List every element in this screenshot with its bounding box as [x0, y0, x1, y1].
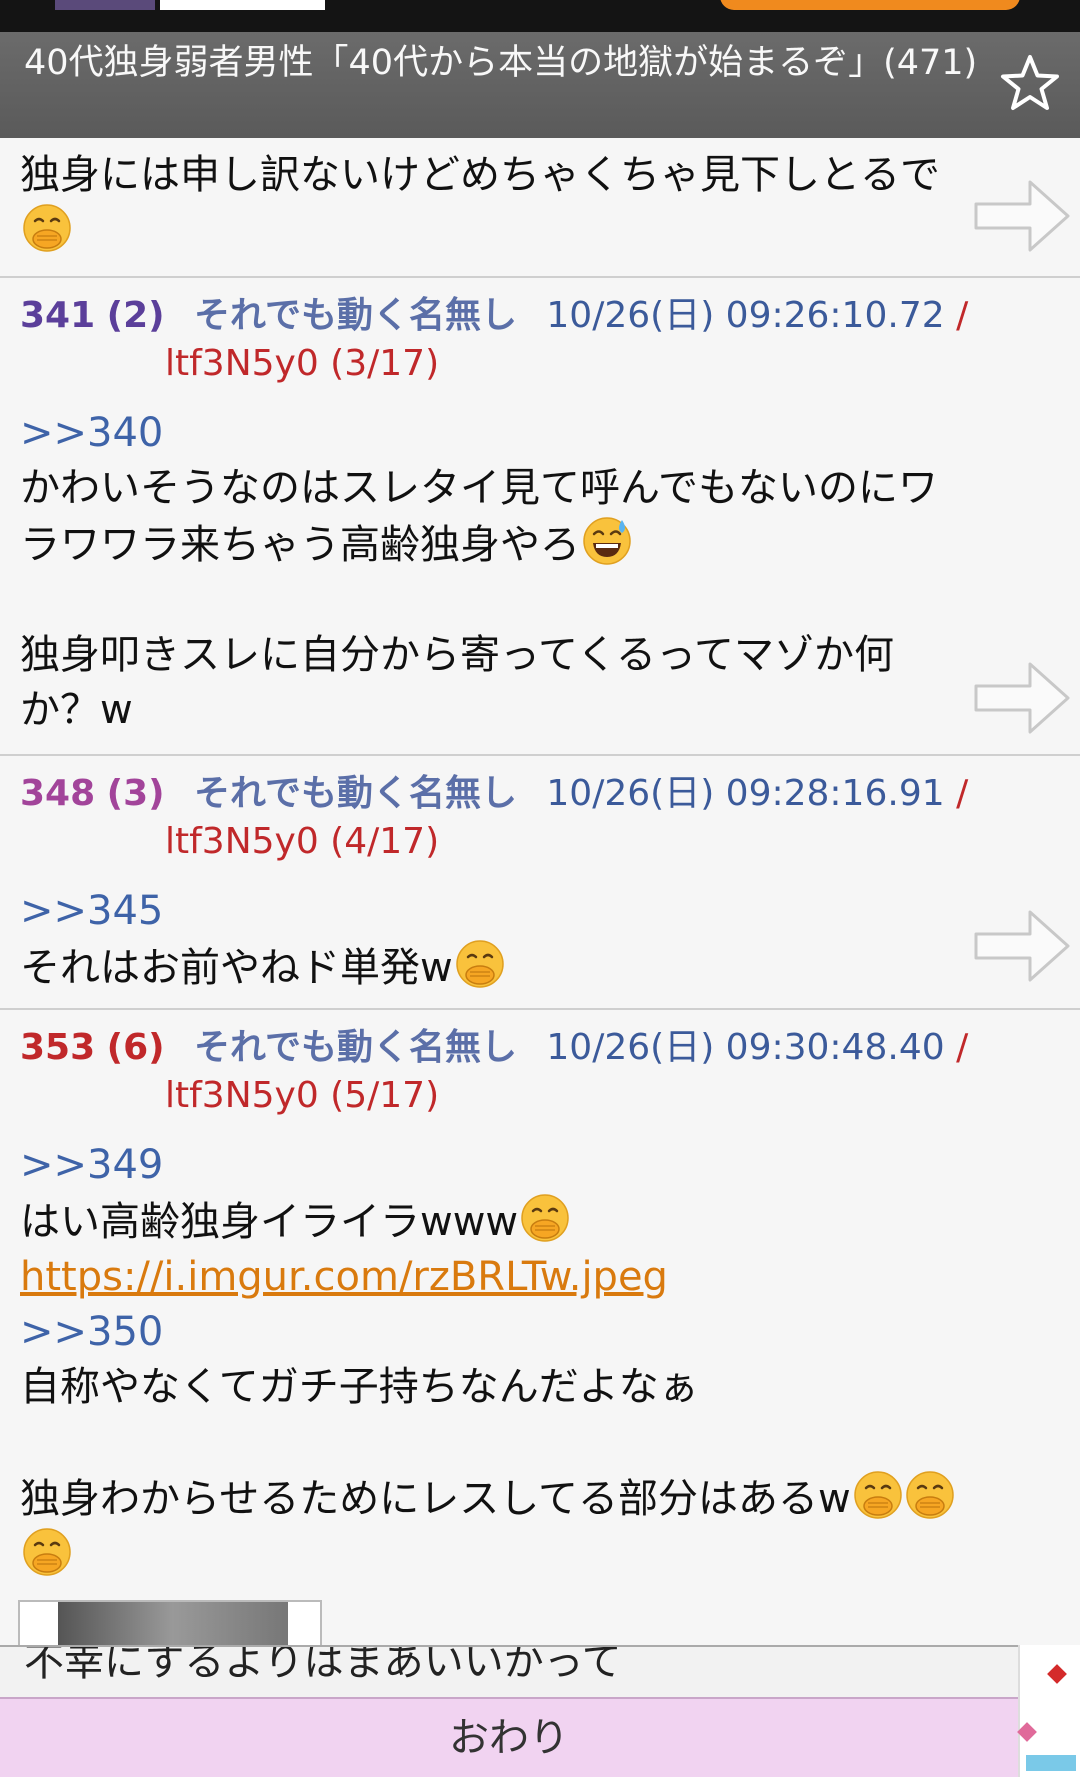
post-header: 353 (6) それでも動く名無し 10/26(日) 09:30:48.40 /…: [20, 1024, 1000, 1120]
post-header: 341 (2) それでも動く名無し 10/26(日) 09:26:10.72 /…: [20, 292, 1000, 388]
reply-anchor-link[interactable]: >>349: [20, 1138, 1060, 1193]
grinning-sweat-emoji-icon: [582, 516, 632, 566]
hand-over-mouth-emoji-icon: [22, 203, 72, 253]
reply-arrow-icon[interactable]: [972, 658, 1072, 738]
post-date: 10/26(日) 09:30:48.40: [546, 1027, 945, 1068]
thread-title: 40代独身弱者男性「40代から本当の地獄が始まるぞ」(471): [24, 43, 978, 83]
post-number[interactable]: 348: [20, 773, 95, 814]
post-number[interactable]: 353: [20, 1027, 95, 1068]
post-body: >>340 かわいそうなのはスレタイ見て呼んでもないのにワ ラワワラ来ちゃう高齢…: [20, 406, 1060, 738]
post-body: 独身には申し訳ないけどめちゃくちゃ見下しとるで: [20, 148, 1060, 260]
poster-name: それでも動く名無し: [194, 1027, 517, 1068]
reply-anchor-link[interactable]: >>350: [20, 1305, 1060, 1360]
post-line: はい高齢独身イライラwww: [20, 1199, 519, 1245]
post-line: 自称やなくてガチ子持ちなんだよなぁ: [20, 1364, 699, 1410]
peek-text: 不幸にするよりはまあいいかって: [24, 1645, 622, 1685]
reply-count[interactable]: (3): [107, 773, 165, 814]
poster-name: それでも動く名無し: [194, 773, 517, 814]
post-line: ラワワラ来ちゃう高齢独身やろ: [20, 522, 580, 568]
reply-count[interactable]: (6): [107, 1027, 165, 1068]
post-number[interactable]: 341: [20, 295, 95, 336]
post-348: 348 (3) それでも動く名無し 10/26(日) 09:28:16.91 /…: [0, 756, 1080, 1010]
ad-image-block: [255, 0, 325, 10]
post-341: 341 (2) それでも動く名無し 10/26(日) 09:26:10.72 /…: [0, 278, 1080, 756]
post-date: 10/26(日) 09:28:16.91: [546, 773, 945, 814]
position-marker-icon: [1047, 1664, 1067, 1684]
ad-thumbnail: [55, 0, 155, 10]
post-body: >>345 それはお前やねド単発w: [20, 884, 1060, 996]
image-url-link[interactable]: https://i.imgur.com/rzBRLTw.jpeg: [20, 1250, 1060, 1305]
reply-arrow-icon[interactable]: [972, 906, 1072, 986]
ad-banner-strip[interactable]: [0, 0, 1080, 32]
post-353: 353 (6) それでも動く名無し 10/26(日) 09:30:48.40 /…: [0, 1010, 1080, 1650]
poster-id[interactable]: ltf3N5y0 (5/17): [165, 1072, 1000, 1120]
post-line: 独身わからせるためにレスしてる部分はあるw: [20, 1476, 851, 1522]
ad-image-block: [160, 0, 255, 10]
end-button[interactable]: おわり: [0, 1697, 1018, 1777]
poster-id[interactable]: ltf3N5y0 (4/17): [165, 818, 1000, 866]
post-date: 10/26(日) 09:26:10.72: [546, 295, 945, 336]
ad-cta-button[interactable]: [720, 0, 1020, 10]
reply-anchor-link[interactable]: >>345: [20, 884, 1060, 939]
thread-title-bar: 40代独身弱者男性「40代から本当の地獄が始まるぞ」(471): [0, 32, 1080, 138]
post-line: かわいそうなのはスレタイ見て呼んでもないのにワ: [20, 465, 938, 511]
favorite-star-icon[interactable]: [998, 52, 1062, 116]
separator: /: [956, 295, 969, 336]
separator: /: [956, 773, 969, 814]
scroll-indicator[interactable]: [1026, 1755, 1076, 1771]
reply-anchor-link[interactable]: >>340: [20, 406, 1060, 461]
post-line: それはお前やねド単発w: [20, 945, 453, 991]
image-thumbnail[interactable]: [18, 1600, 322, 1648]
post-line: か？w: [20, 687, 133, 733]
post-body: >>349 はい高齢独身イライラwww https://i.imgur.com/…: [20, 1138, 1060, 1584]
reply-count[interactable]: (2): [107, 295, 165, 336]
next-post-peek: 不幸にするよりはまあいいかって: [0, 1645, 1020, 1699]
poster-id[interactable]: ltf3N5y0 (3/17): [165, 340, 1000, 388]
post-partial: 独身には申し訳ないけどめちゃくちゃ見下しとるで: [0, 138, 1080, 278]
hand-over-mouth-emoji-icon: [905, 1470, 955, 1520]
post-line: 独身には申し訳ないけどめちゃくちゃ見下しとるで: [20, 152, 940, 198]
post-header: 348 (3) それでも動く名無し 10/26(日) 09:28:16.91 /…: [20, 770, 1000, 866]
hand-over-mouth-emoji-icon: [520, 1193, 570, 1243]
poster-name: それでも動く名無し: [194, 295, 517, 336]
separator: /: [956, 1027, 969, 1068]
hand-over-mouth-emoji-icon: [22, 1527, 72, 1577]
post-line: 独身叩きスレに自分から寄ってくるってマゾか何: [20, 632, 894, 678]
hand-over-mouth-emoji-icon: [455, 939, 505, 989]
thumbnail-image: [58, 1602, 288, 1648]
scroll-minimap[interactable]: [1017, 1645, 1080, 1777]
hand-over-mouth-emoji-icon: [853, 1470, 903, 1520]
marker-icon: [1017, 1722, 1037, 1742]
reply-arrow-icon[interactable]: [972, 176, 1072, 256]
